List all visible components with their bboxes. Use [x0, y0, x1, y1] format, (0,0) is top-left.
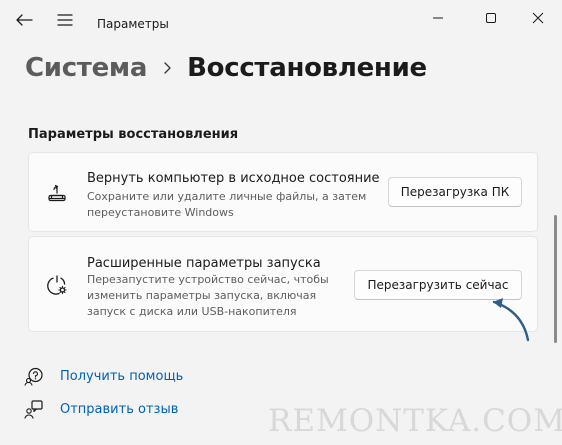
reset-pc-button[interactable]: Перезагрузка ПК	[388, 177, 522, 207]
hamburger-menu-icon[interactable]	[56, 12, 74, 28]
back-arrow-icon[interactable]	[14, 12, 34, 28]
maximize-button[interactable]	[481, 10, 501, 26]
get-help-label: Получить помощь	[60, 368, 184, 384]
section-title: Параметры восстановления	[28, 127, 239, 142]
advanced-startup-card: Расширенные параметры запуска Перезапуст…	[28, 236, 538, 332]
card-description-line: изменить параметры запуска, включая	[87, 289, 317, 302]
title-bar: Параметры	[0, 0, 562, 40]
reset-pc-card: Вернуть компьютер в исходное состояние С…	[28, 152, 538, 232]
annotation-arrow-icon	[492, 298, 530, 342]
card-title: Вернуть компьютер в исходное состояние	[87, 171, 380, 186]
card-description-line: запуск с диска или USB-накопителя	[87, 305, 297, 318]
close-button[interactable]	[528, 10, 548, 26]
help-icon	[24, 367, 43, 386]
reset-pc-icon	[48, 184, 66, 202]
card-description: Перезапустите устройство сейчас, чтобы и…	[87, 272, 357, 320]
chevron-right-icon	[164, 62, 171, 74]
advanced-startup-icon	[47, 275, 67, 295]
get-help-link[interactable]: Получить помощь	[24, 366, 183, 386]
send-feedback-link[interactable]: Отправить отзыв	[24, 399, 178, 419]
scrollbar[interactable]	[554, 215, 557, 343]
app-title: Параметры	[97, 17, 169, 31]
breadcrumb-parent-link[interactable]: Система	[25, 53, 147, 83]
minimize-button[interactable]	[428, 10, 448, 26]
card-description: Сохраните или удалите личные файлы, а за…	[87, 189, 367, 221]
send-feedback-label: Отправить отзыв	[60, 401, 179, 417]
card-description-line: Сохраните или удалите личные файлы, а за…	[87, 190, 367, 203]
feedback-icon	[24, 400, 43, 419]
card-description-line: переустановите Windows	[87, 206, 234, 219]
card-description-line: Перезапустите устройство сейчас, чтобы	[87, 273, 329, 286]
page-title: Восстановление	[187, 53, 427, 83]
card-title: Расширенные параметры запуска	[87, 256, 321, 271]
breadcrumb: Система Восстановление	[25, 50, 427, 86]
watermark: REMONTKA.COM	[268, 403, 562, 439]
